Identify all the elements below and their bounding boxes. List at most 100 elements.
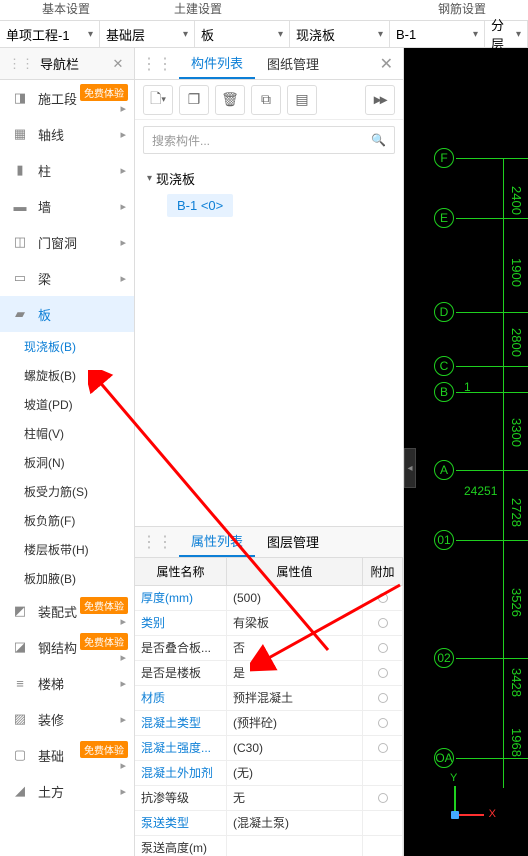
tab-component-list[interactable]: 构件列表 (179, 48, 255, 79)
finish-icon: ▨ (10, 709, 30, 729)
property-row[interactable]: 混凝土类型(预拌砼) (135, 711, 403, 736)
prop-value[interactable]: (C30) (227, 736, 363, 760)
prop-value[interactable]: (无) (227, 761, 363, 785)
property-row[interactable]: 类别有梁板 (135, 611, 403, 636)
nav-category[interactable]: ◫门窗洞▸ (0, 224, 134, 260)
nav-category[interactable]: ▰板 (0, 296, 134, 332)
property-row[interactable]: 材质预拌混凝土 (135, 686, 403, 711)
prop-value[interactable]: (500) (227, 586, 363, 610)
prop-attach[interactable] (363, 836, 403, 856)
prop-value[interactable]: (预拌砼) (227, 711, 363, 735)
tree-leaf-selected[interactable]: B-1 <0> (167, 194, 233, 217)
nav-subcategory[interactable]: 柱帽(V) (0, 419, 134, 448)
nav-category[interactable]: ◩装配式免费体验▸ (0, 593, 134, 629)
prop-attach[interactable] (363, 736, 403, 760)
selector-dropdown[interactable]: 单项工程-1▾ (0, 21, 100, 47)
nav-category[interactable]: ▢基础免费体验▸ (0, 737, 134, 773)
viewport-collapse-button[interactable]: ◂ (404, 448, 416, 488)
prop-name: 是否是楼板 (135, 661, 227, 685)
property-row[interactable]: 是否叠合板...否 (135, 636, 403, 661)
nav-category[interactable]: ▨装修▸ (0, 701, 134, 737)
tab-property-list[interactable]: 属性列表 (179, 527, 255, 557)
prop-attach[interactable] (363, 786, 403, 810)
nav-subcategory[interactable]: 现浇板(B) (0, 332, 134, 361)
radio-icon[interactable] (378, 693, 388, 703)
drag-handle-icon[interactable]: ⋮⋮ (135, 54, 179, 74)
prop-value[interactable]: 预拌混凝土 (227, 686, 363, 710)
prop-attach[interactable] (363, 761, 403, 785)
tab-drawing-mgmt[interactable]: 图纸管理 (255, 48, 331, 79)
nav-subcategory[interactable]: 楼层板带(H) (0, 535, 134, 564)
selector-dropdown[interactable]: 板▾ (195, 21, 290, 47)
prop-value[interactable] (227, 836, 363, 856)
nav-category[interactable]: ◪钢结构免费体验▸ (0, 629, 134, 665)
nav-category[interactable]: ◢土方▸ (0, 773, 134, 809)
delete-button[interactable]: 🗑 (215, 85, 245, 115)
property-row[interactable]: 抗渗等级无 (135, 786, 403, 811)
prop-value[interactable]: (混凝土泵) (227, 811, 363, 835)
radio-icon[interactable] (378, 593, 388, 603)
dimension-label: 3526 (509, 588, 524, 617)
property-row[interactable]: 厚度(mm)(500) (135, 586, 403, 611)
radio-icon[interactable] (378, 643, 388, 653)
selector-dropdown[interactable]: 现浇板▾ (290, 21, 390, 47)
property-row[interactable]: 泵送高度(m) (135, 836, 403, 856)
collapse-arrow-icon[interactable]: ▾ (147, 173, 152, 184)
nav-category[interactable]: ▮柱▸ (0, 152, 134, 188)
nav-category[interactable]: ◨施工段免费体验▸ (0, 80, 134, 116)
radio-icon[interactable] (378, 618, 388, 628)
nav-subcategory[interactable]: 板洞(N) (0, 448, 134, 477)
top-tab[interactable]: 土建设置 (132, 0, 264, 20)
copy-button[interactable]: ❐ (179, 85, 209, 115)
radio-icon[interactable] (378, 668, 388, 678)
tab-layer-mgmt[interactable]: 图层管理 (255, 527, 331, 557)
prop-attach[interactable] (363, 686, 403, 710)
dimension-label: 3300 (509, 418, 524, 447)
selector-dropdown[interactable]: B-1▾ (390, 21, 485, 47)
property-row[interactable]: 混凝土强度...(C30) (135, 736, 403, 761)
property-row[interactable]: 泵送类型(混凝土泵) (135, 811, 403, 836)
prop-value[interactable]: 是 (227, 661, 363, 685)
duplicate-button[interactable]: ⧉ (251, 85, 281, 115)
nav-subcategory[interactable]: 坡道(PD) (0, 390, 134, 419)
prop-attach[interactable] (363, 611, 403, 635)
layers-button[interactable]: ▤ (287, 85, 317, 115)
prop-attach[interactable] (363, 811, 403, 835)
drag-handle-icon[interactable]: ⋮⋮ (8, 56, 34, 72)
prop-value[interactable]: 否 (227, 636, 363, 660)
close-icon[interactable]: ✕ (110, 56, 126, 72)
drag-handle-icon[interactable]: ⋮⋮ (135, 532, 179, 552)
radio-icon[interactable] (378, 793, 388, 803)
more-button[interactable]: ▸▸ (365, 85, 395, 115)
search-input[interactable]: 搜索构件... 🔍 (143, 126, 395, 154)
radio-icon[interactable] (378, 743, 388, 753)
property-row[interactable]: 混凝土外加剂(无) (135, 761, 403, 786)
grid-axis-label: D (434, 302, 454, 322)
viewport-canvas[interactable]: ◂ FEDC1BA242510102OA24001900280033002728… (404, 48, 528, 856)
nav-subcategory[interactable]: 板受力筋(S) (0, 477, 134, 506)
prop-value[interactable]: 无 (227, 786, 363, 810)
close-icon[interactable]: ✕ (370, 54, 403, 74)
property-row[interactable]: 是否是楼板是 (135, 661, 403, 686)
prop-attach[interactable] (363, 661, 403, 685)
radio-icon[interactable] (378, 718, 388, 728)
prop-attach[interactable] (363, 636, 403, 660)
nav-category[interactable]: ▬墙▸ (0, 188, 134, 224)
nav-subcategory[interactable]: 板负筋(F) (0, 506, 134, 535)
chevron-down-icon: ▾ (378, 29, 383, 40)
prop-attach[interactable] (363, 711, 403, 735)
top-tab[interactable] (264, 0, 396, 20)
nav-subcategory[interactable]: 螺旋板(B) (0, 361, 134, 390)
selector-dropdown[interactable]: 基础层▾ (100, 21, 195, 47)
nav-subcategory[interactable]: 板加腋(B) (0, 564, 134, 593)
new-button[interactable]: 🗋▾ (143, 85, 173, 115)
prop-value[interactable]: 有梁板 (227, 611, 363, 635)
nav-category[interactable]: ≡楼梯▸ (0, 665, 134, 701)
selector-dropdown[interactable]: 分层▾ (485, 21, 528, 47)
prop-attach[interactable] (363, 586, 403, 610)
tree-node[interactable]: ▾ 现浇板 (147, 166, 391, 190)
prop-name: 混凝土外加剂 (135, 761, 227, 785)
nav-category[interactable]: ▭梁▸ (0, 260, 134, 296)
nav-category[interactable]: ▦轴线▸ (0, 116, 134, 152)
top-tab[interactable]: 基本设置 (0, 0, 132, 20)
